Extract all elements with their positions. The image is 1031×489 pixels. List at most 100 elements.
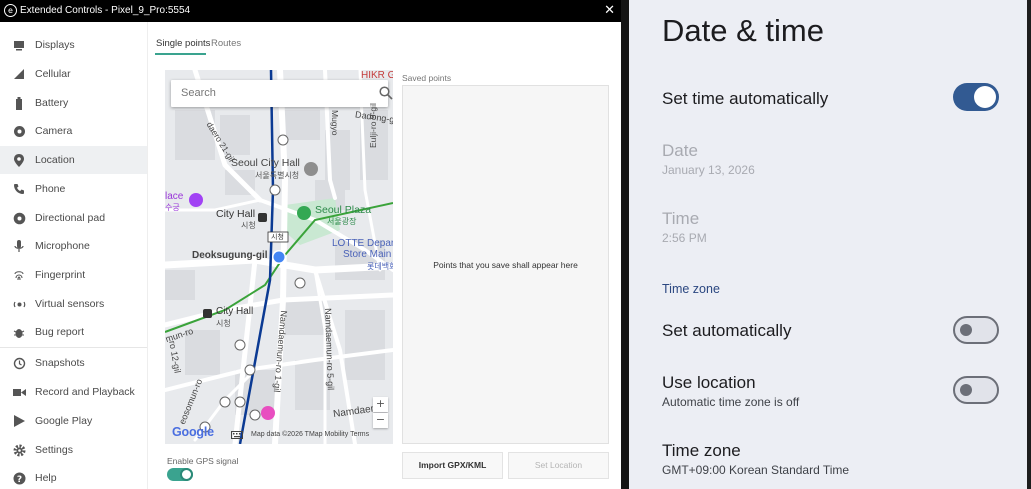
- sidebar-divider: [0, 347, 147, 348]
- sidebar-item-location[interactable]: Location: [0, 146, 147, 174]
- set-time-automatically-label: Set time automatically: [662, 89, 829, 108]
- screen-edge: [1027, 0, 1031, 489]
- map-data-credit[interactable]: Map data ©2026 TMap Mobility Terms: [251, 431, 369, 438]
- gps-signal-toggle[interactable]: [167, 468, 193, 481]
- title-bar: e Extended Controls - Pixel_9_Pro:5554 ✕: [0, 0, 621, 22]
- location-pin-icon: [12, 153, 26, 167]
- tz-set-automatically-label: Set automatically: [662, 321, 792, 340]
- import-gpx-kml-button[interactable]: Import GPX/KML: [402, 452, 503, 479]
- gear-icon: [12, 443, 26, 457]
- map-label-store-main: Store Main: [343, 249, 392, 260]
- map-search-box[interactable]: Search: [171, 80, 393, 107]
- use-location-summary: Automatic time zone is off: [662, 395, 800, 409]
- zoom-out-button[interactable]: −: [373, 413, 388, 428]
- map-label-station-sign: 시청: [271, 234, 284, 241]
- time-value: 2:56 PM: [662, 231, 707, 245]
- monitor-icon: [12, 38, 26, 52]
- emulator-app-icon: e: [4, 4, 17, 17]
- sidebar-item-battery[interactable]: Battery: [0, 89, 147, 117]
- sidebar-item-settings[interactable]: Settings: [0, 436, 147, 464]
- sidebar-item-google-play[interactable]: Google Play: [0, 407, 147, 435]
- time-zone-label[interactable]: Time zone: [662, 441, 741, 461]
- saved-points-title: Saved points: [402, 73, 452, 83]
- bug-icon: [12, 325, 26, 339]
- sensors-icon: [12, 297, 26, 311]
- map-label-mugyo: Mugyo: [330, 110, 340, 136]
- play-store-icon: [12, 414, 26, 428]
- sidebar-item-help[interactable]: ? Help: [0, 464, 147, 489]
- android-date-time-settings: Date & time Set time automatically Date …: [629, 0, 1031, 489]
- date-value: January 13, 2026: [662, 163, 755, 177]
- close-window-button[interactable]: ✕: [604, 2, 615, 19]
- sidebar-item-label: Cellular: [35, 68, 71, 80]
- sidebar-item-virtual-sensors[interactable]: Virtual sensors: [0, 290, 147, 318]
- sidebar-item-snapshots[interactable]: Snapshots: [0, 349, 147, 377]
- sidebar-item-label: Displays: [35, 39, 75, 51]
- saved-points-list[interactable]: Points that you save shall appear here: [402, 85, 609, 444]
- set-location-button[interactable]: Set Location: [508, 452, 609, 479]
- map-label-city-hall-2-ko: 시청: [216, 319, 231, 328]
- map-label-seoul-plaza: Seoul Plaza: [315, 204, 372, 216]
- map-label-city-hall-2: City Hall: [216, 306, 254, 317]
- battery-icon: [12, 96, 26, 110]
- sidebar-item-directional-pad[interactable]: Directional pad: [0, 204, 147, 232]
- microphone-icon: [12, 239, 26, 253]
- sidebar-item-fingerprint[interactable]: Fingerprint: [0, 261, 147, 289]
- tz-set-automatically-switch[interactable]: [953, 316, 999, 344]
- active-tab-indicator: [155, 53, 206, 55]
- sidebar-item-label: Location: [35, 154, 75, 166]
- sidebar-item-label: Bug report: [35, 326, 85, 338]
- use-location-label: Use location: [662, 373, 756, 392]
- map-label-lotte-ko: 롯데백화: [367, 262, 393, 271]
- map-label-seoul-city-hall: Seoul City Hall: [231, 157, 300, 169]
- time-label: Time: [662, 209, 700, 228]
- sidebar-item-label: Camera: [35, 125, 73, 137]
- window-title: Extended Controls - Pixel_9_Pro:5554: [20, 5, 191, 16]
- video-camera-icon: [12, 385, 26, 399]
- sidebar-item-label: Battery: [35, 97, 69, 109]
- map-attribution-bar: Google Map data ©2026 TMap Mobility Term…: [165, 425, 393, 444]
- tab-single-points[interactable]: Single points: [156, 38, 210, 49]
- sidebar-item-label: Microphone: [35, 240, 90, 252]
- sidebar-item-phone[interactable]: Phone: [0, 175, 147, 203]
- map-label-seoul-city-hall-ko: 서울특별시청: [255, 171, 300, 180]
- search-placeholder: Search: [181, 87, 216, 99]
- map-label-city-hall: City Hall: [216, 208, 256, 220]
- sidebar-item-cellular[interactable]: Cellular: [0, 60, 147, 88]
- map-label-city-hall-ko: 시청: [241, 221, 256, 230]
- zoom-in-button[interactable]: +: [373, 397, 388, 412]
- time-zone-value: GMT+09:00 Korean Standard Time: [662, 463, 850, 477]
- camera-icon: [12, 124, 26, 138]
- map-label-place-ko: 수궁: [165, 203, 180, 212]
- sidebar-item-camera[interactable]: Camera: [0, 117, 147, 145]
- sidebar-item-microphone[interactable]: Microphone: [0, 232, 147, 260]
- tab-routes[interactable]: Routes: [211, 38, 241, 49]
- gps-signal-label: Enable GPS signal: [167, 456, 239, 466]
- window-gap: [621, 0, 629, 489]
- sidebar-item-bug-report[interactable]: Bug report: [0, 318, 147, 346]
- sidebar-item-displays[interactable]: Displays: [0, 31, 147, 59]
- sidebar-item-label: Virtual sensors: [35, 298, 105, 310]
- map-label-lotte: LOTTE Depar: [332, 238, 393, 249]
- sidebar-item-label: Phone: [35, 183, 66, 195]
- google-logo: Google: [172, 425, 214, 439]
- use-location-switch[interactable]: [953, 376, 999, 404]
- map-label-hikr: HIKR G: [361, 70, 393, 81]
- location-panel: Single points Routes Search HIKR G Dadon…: [148, 22, 621, 489]
- set-time-automatically-switch[interactable]: [953, 83, 999, 111]
- svg-text:?: ?: [16, 474, 21, 484]
- extended-controls-window: e Extended Controls - Pixel_9_Pro:5554 ✕…: [0, 0, 621, 489]
- sidebar: Displays Cellular Battery Camera Locatio…: [0, 22, 148, 489]
- phone-icon: [12, 182, 26, 196]
- map-label-seoul-plaza-ko: 서울광장: [327, 217, 357, 226]
- sidebar-item-label: Snapshots: [35, 357, 85, 369]
- date-label: Date: [662, 141, 698, 160]
- switch-knob: [960, 324, 972, 336]
- toggle-knob: [180, 468, 193, 481]
- map-label-eulji: Eulji-ro 9-gil: [368, 103, 378, 148]
- map-view[interactable]: Search HIKR G Dadong-g Mugyo daero 21-gi…: [165, 70, 393, 444]
- signal-icon: [12, 67, 26, 81]
- sidebar-item-label: Settings: [35, 444, 73, 456]
- sidebar-item-record-and-playback[interactable]: Record and Playback: [0, 378, 147, 406]
- sidebar-item-label: Fingerprint: [35, 269, 86, 281]
